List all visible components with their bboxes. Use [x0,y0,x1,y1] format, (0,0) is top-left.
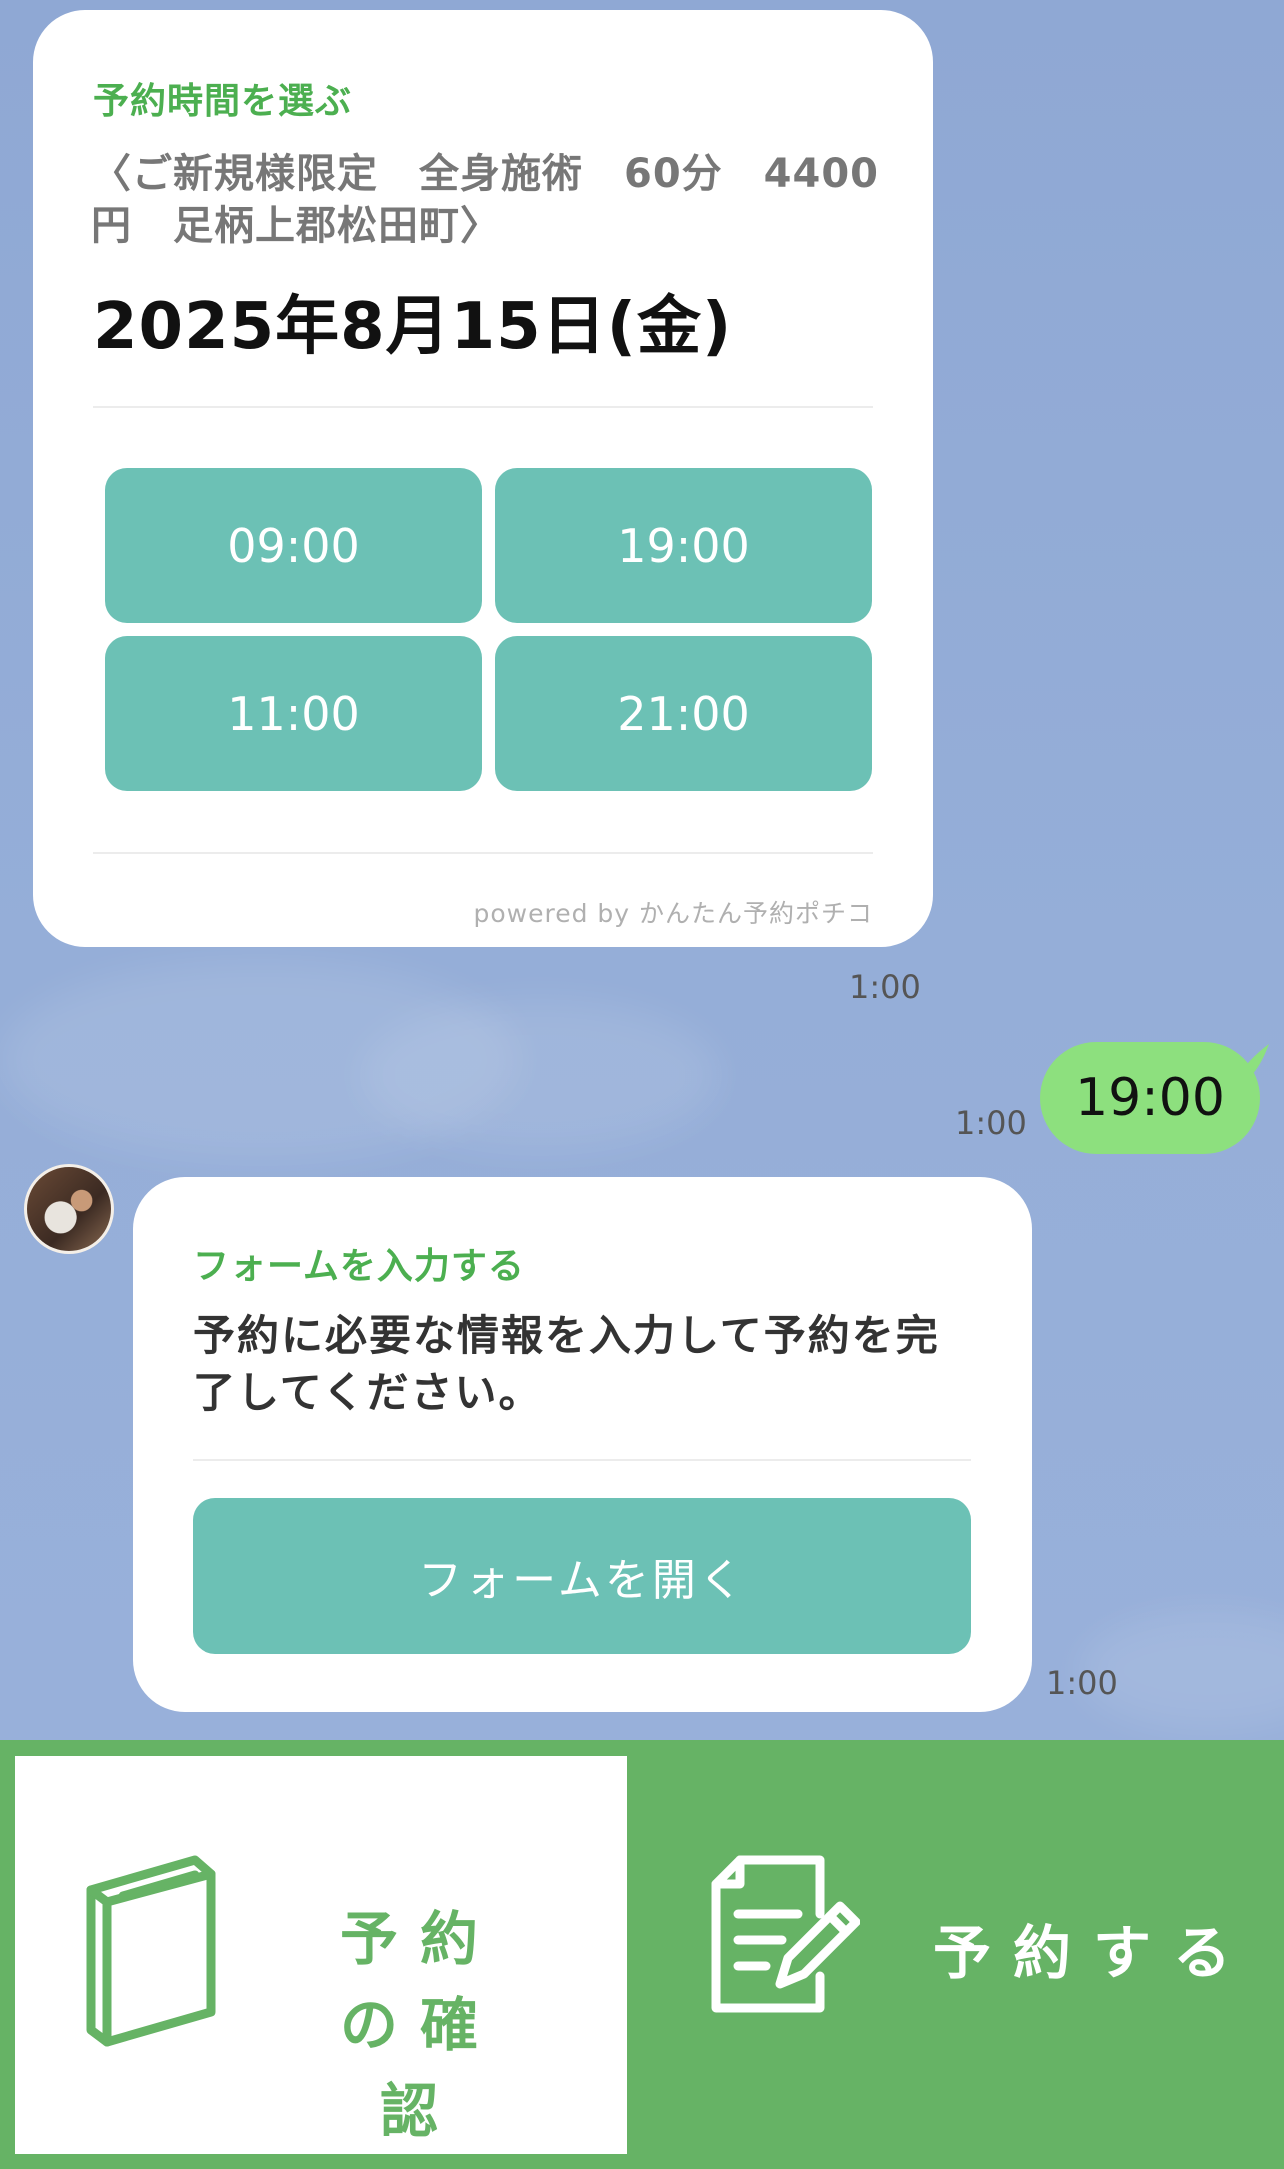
avatar[interactable] [24,1164,114,1254]
timeslot-button[interactable]: 09:00 [105,468,482,623]
divider [93,852,873,854]
document-pen-icon [711,1855,860,2013]
card-label: 予約時間を選ぶ [93,81,353,122]
check-reservation-button[interactable]: 予約の確認 [15,1756,627,2154]
timeslot-button[interactable]: 11:00 [105,636,482,791]
form-message: 予約に必要な情報を入力して予約を完了してください。 [193,1311,940,1417]
chat-area[interactable]: 予約時間を選ぶ 〈ご新規様限定 全身施術 60分 4400円 足柄上郡松田町〉 … [0,0,1284,1740]
sent-message-bubble[interactable]: 19:00 [1040,1042,1260,1154]
make-reservation-label: 予約する [933,1919,1254,1987]
divider [93,406,873,408]
powered-by-text: powered by かんたん予約ポチコ [473,899,873,928]
message-timestamp: 1:00 [1046,1664,1118,1702]
message-timestamp: 1:00 [849,968,921,1006]
card-label: フォームを入力する [193,1246,525,1287]
open-form-button[interactable]: フォームを開く [193,1498,971,1654]
check-reservation-label: 予約の確認 [339,1905,500,2145]
book-icon [86,1855,216,2047]
timeslot-card: 予約時間を選ぶ 〈ご新規様限定 全身施術 60分 4400円 足柄上郡松田町〉 … [33,10,933,947]
form-card: フォームを入力する 予約に必要な情報を入力して予約を完了してください。 フォーム… [133,1177,1032,1712]
timeslot-button[interactable]: 21:00 [495,636,872,791]
timeslot-button[interactable]: 19:00 [495,468,872,623]
rich-menu: 予約の確認 予約する [0,1740,1284,2169]
reservation-date: 2025年8月15日(金) [93,290,733,364]
divider [193,1459,971,1461]
message-timestamp: 1:00 [955,1104,1027,1142]
make-reservation-button[interactable]: 予約する [640,1756,1284,2154]
plan-subtitle: 〈ご新規様限定 全身施術 60分 4400円 足柄上郡松田町〉 [91,151,879,249]
